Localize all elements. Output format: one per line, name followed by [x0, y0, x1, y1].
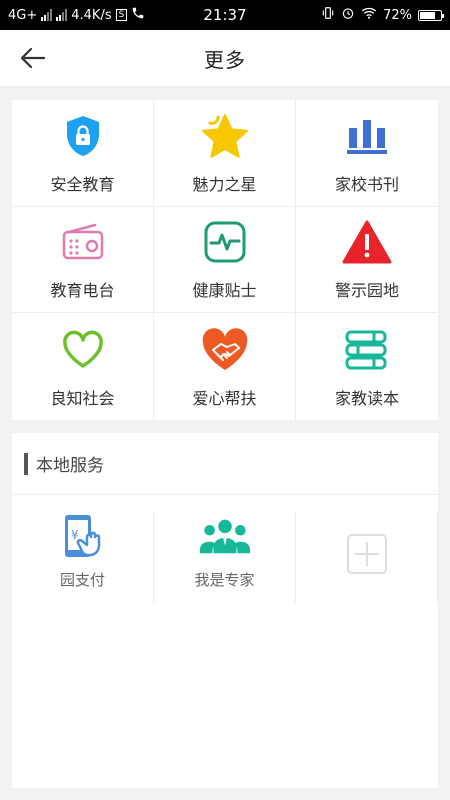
grid-item-charm-star[interactable]: 魅力之星 [154, 100, 296, 207]
feature-grid: 安全教育 魅力之星 家校书刊 教育电台 健康贴士 警示园地 良知社会 爱心帮扶 … [12, 100, 438, 420]
grid-item-label: 魅力之星 [192, 174, 257, 194]
phone-icon [131, 6, 145, 24]
warning-icon [342, 217, 392, 267]
grid-item-label: 教育电台 [50, 281, 115, 301]
book-stack-icon [342, 325, 392, 375]
service-item-i-am-expert[interactable]: 我是专家 [154, 511, 296, 603]
status-bar: 4G+ 4.4K/s S 21:37 72% [0, 0, 450, 30]
wifi-icon [361, 6, 377, 24]
grid-item-charity-help[interactable]: 爱心帮扶 [154, 313, 296, 420]
signal-icon [41, 9, 53, 21]
heart-handshake-icon [200, 325, 250, 375]
heart-outline-icon [58, 325, 108, 375]
status-right: 72% [321, 6, 444, 24]
grid-item-label: 家教读本 [334, 388, 399, 408]
heartbeat-icon [200, 217, 250, 267]
service-item-label: 我是专家 [194, 571, 255, 589]
network-speed: 4.4K/s [71, 7, 112, 23]
back-button[interactable] [18, 44, 48, 72]
section-header: 本地服务 [12, 433, 438, 495]
grid-item-label: 家校书刊 [334, 174, 399, 194]
add-icon [342, 529, 392, 579]
radio-icon [58, 217, 108, 267]
battery-percent: 72% [383, 7, 412, 23]
shield-lock-icon [58, 111, 108, 161]
vibrate-icon [321, 6, 335, 24]
section-title: 本地服务 [36, 456, 104, 476]
grid-item-label: 安全教育 [50, 174, 115, 194]
signal-icon-2 [56, 9, 68, 21]
back-arrow-icon [20, 47, 46, 69]
grid-item-label: 健康贴士 [192, 281, 257, 301]
alarm-icon [341, 6, 355, 24]
grid-item-label: 良知社会 [50, 388, 115, 408]
section-marker [24, 452, 28, 475]
grid-item-home-school-journal[interactable]: 家校书刊 [296, 100, 438, 207]
grid-item-warning-zone[interactable]: 警示园地 [296, 207, 438, 314]
grid-item-label: 警示园地 [334, 281, 399, 301]
battery-icon [418, 9, 444, 21]
service-list: ¥ 园支付 我是专家 [12, 495, 438, 603]
s-badge-icon: S [115, 9, 128, 21]
grid-item-label: 爱心帮扶 [192, 388, 257, 408]
grid-item-conscience-society[interactable]: 良知社会 [12, 313, 154, 420]
star-icon [200, 111, 250, 161]
service-item-label: 园支付 [59, 571, 105, 589]
grid-item-safety-education[interactable]: 安全教育 [12, 100, 154, 207]
service-item-campus-pay[interactable]: ¥ 园支付 [12, 511, 154, 603]
local-services-card: 本地服务 ¥ 园支付 我是专家 [12, 433, 438, 788]
app-header: 更多 [0, 30, 450, 86]
experts-icon [199, 511, 250, 561]
mobile-payment-icon: ¥ [58, 511, 108, 561]
grid-item-family-reader[interactable]: 家教读本 [296, 313, 438, 420]
status-left: 4G+ 4.4K/s S [8, 6, 145, 24]
network-type: 4G+ [8, 7, 38, 23]
add-service-button[interactable] [296, 511, 438, 603]
page-title: 更多 [204, 47, 246, 72]
grid-item-health-tips[interactable]: 健康贴士 [154, 206, 296, 314]
grid-item-education-radio[interactable]: 教育电台 [12, 206, 154, 314]
books-icon [342, 111, 392, 161]
